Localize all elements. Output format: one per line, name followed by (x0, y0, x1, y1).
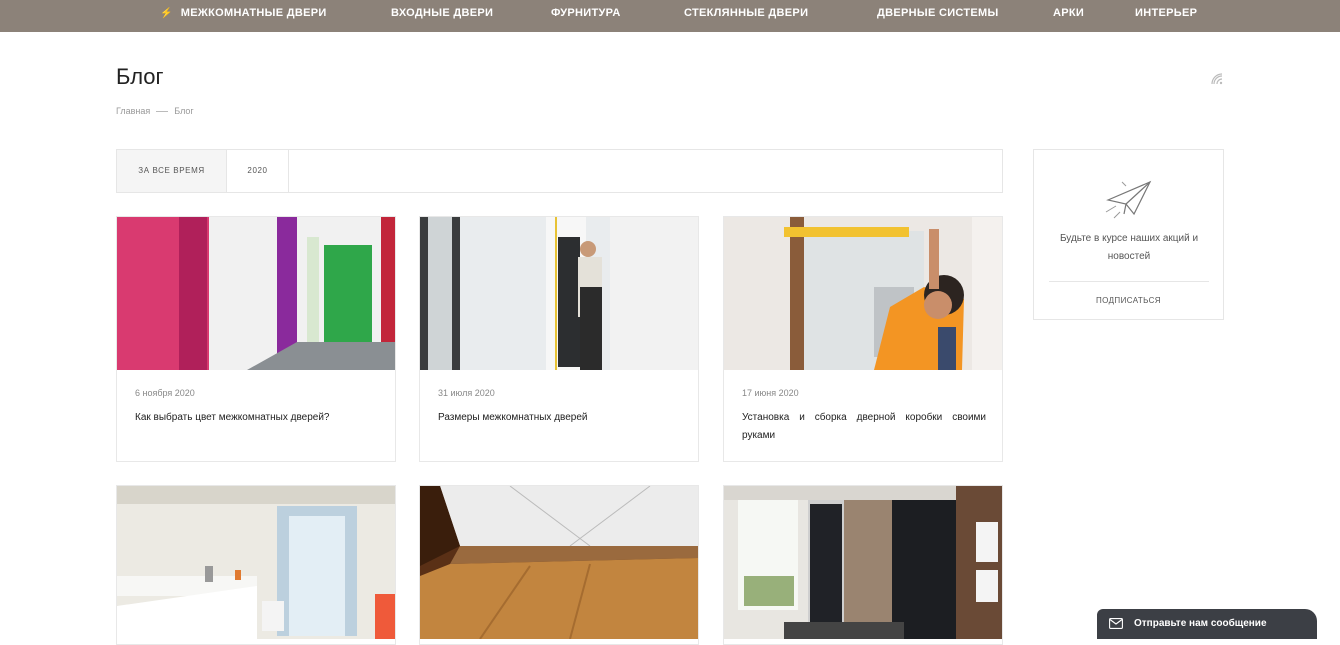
breadcrumb-current: Блог (174, 106, 194, 116)
nav-item-label: МЕЖКОМНАТНЫЕ ДВЕРИ (180, 7, 327, 19)
nav-item-door-systems[interactable]: ДВЕРНЫЕ СИСТЕМЫ (877, 0, 999, 26)
tab-2020[interactable]: 2020 (227, 150, 289, 192)
blog-card-title[interactable]: Как выбрать цвет межкомнатных дверей? (135, 409, 379, 427)
subscribe-button[interactable]: ПОДПИСАТЬСЯ (1034, 296, 1223, 305)
nav-item-label: ДВЕРНЫЕ СИСТЕМЫ (877, 7, 999, 19)
nav-item-hardware[interactable]: ФУРНИТУРА (551, 0, 621, 26)
nav-item-label: СТЕКЛЯННЫЕ ДВЕРИ (684, 7, 809, 19)
nav-item-label: ВХОДНЫЕ ДВЕРИ (391, 7, 494, 19)
subscribe-widget: Будьте в курсе наших акций и новостей ПО… (1033, 149, 1224, 320)
rss-icon[interactable] (1210, 72, 1224, 86)
nav-item-label: АРКИ (1053, 7, 1085, 19)
divider (1049, 281, 1209, 282)
breadcrumb-separator (156, 111, 169, 113)
blog-card-image[interactable] (724, 486, 1002, 639)
blog-card-image[interactable] (420, 486, 698, 639)
nav-item-label: ФУРНИТУРА (551, 7, 621, 19)
paper-plane-icon (1105, 180, 1152, 219)
blog-card[interactable]: 17 июня 2020 Установка и сборка дверной … (723, 216, 1003, 462)
lightning-icon: ⚡ (160, 8, 173, 19)
top-navigation: ⚡ МЕЖКОМНАТНЫЕ ДВЕРИ ВХОДНЫЕ ДВЕРИ ФУРНИТ… (0, 0, 1340, 32)
chat-label: Отправьте нам сообщение (1134, 618, 1267, 629)
year-filter: ЗА ВСЕ ВРЕМЯ 2020 (116, 149, 1003, 193)
nav-item-glass-doors[interactable]: СТЕКЛЯННЫЕ ДВЕРИ (684, 0, 808, 26)
nav-item-interior-doors[interactable]: ⚡ МЕЖКОМНАТНЫЕ ДВЕРИ (160, 0, 327, 26)
blog-card[interactable] (116, 485, 396, 645)
subscribe-text: Будьте в курсе наших акций и новостей (1059, 233, 1199, 262)
nav-item-label: ИНТЕРЬЕР (1135, 7, 1198, 19)
blog-card-date: 31 июля 2020 (438, 388, 495, 398)
blog-card-image[interactable] (117, 486, 395, 639)
breadcrumb-home[interactable]: Главная (116, 106, 150, 116)
blog-card-image[interactable] (420, 217, 698, 370)
blog-card[interactable]: 31 июля 2020 Размеры межкомнатных дверей (419, 216, 699, 462)
blog-card-image[interactable] (724, 217, 1002, 370)
blog-card[interactable] (723, 485, 1003, 645)
breadcrumb: Главная Блог (116, 106, 194, 116)
nav-item-arches[interactable]: АРКИ (1053, 0, 1084, 26)
chat-widget-button[interactable]: Отправьте нам сообщение (1097, 609, 1317, 639)
page-title: Блог (116, 64, 164, 89)
blog-card[interactable] (419, 485, 699, 645)
blog-card-title[interactable]: Размеры межкомнатных дверей (438, 409, 682, 427)
blog-card-image[interactable] (117, 217, 395, 370)
mail-icon (1109, 618, 1123, 629)
blog-card[interactable]: 6 ноября 2020 Как выбрать цвет межкомнат… (116, 216, 396, 462)
blog-card-title[interactable]: Установка и сборка дверной коробки своим… (742, 409, 986, 445)
blog-card-date: 6 ноября 2020 (135, 388, 195, 398)
tab-all-time[interactable]: ЗА ВСЕ ВРЕМЯ (117, 150, 227, 192)
blog-card-date: 17 июня 2020 (742, 388, 799, 398)
nav-item-entrance-doors[interactable]: ВХОДНЫЕ ДВЕРИ (391, 0, 493, 26)
nav-item-interior[interactable]: ИНТЕРЬЕР (1135, 0, 1197, 26)
